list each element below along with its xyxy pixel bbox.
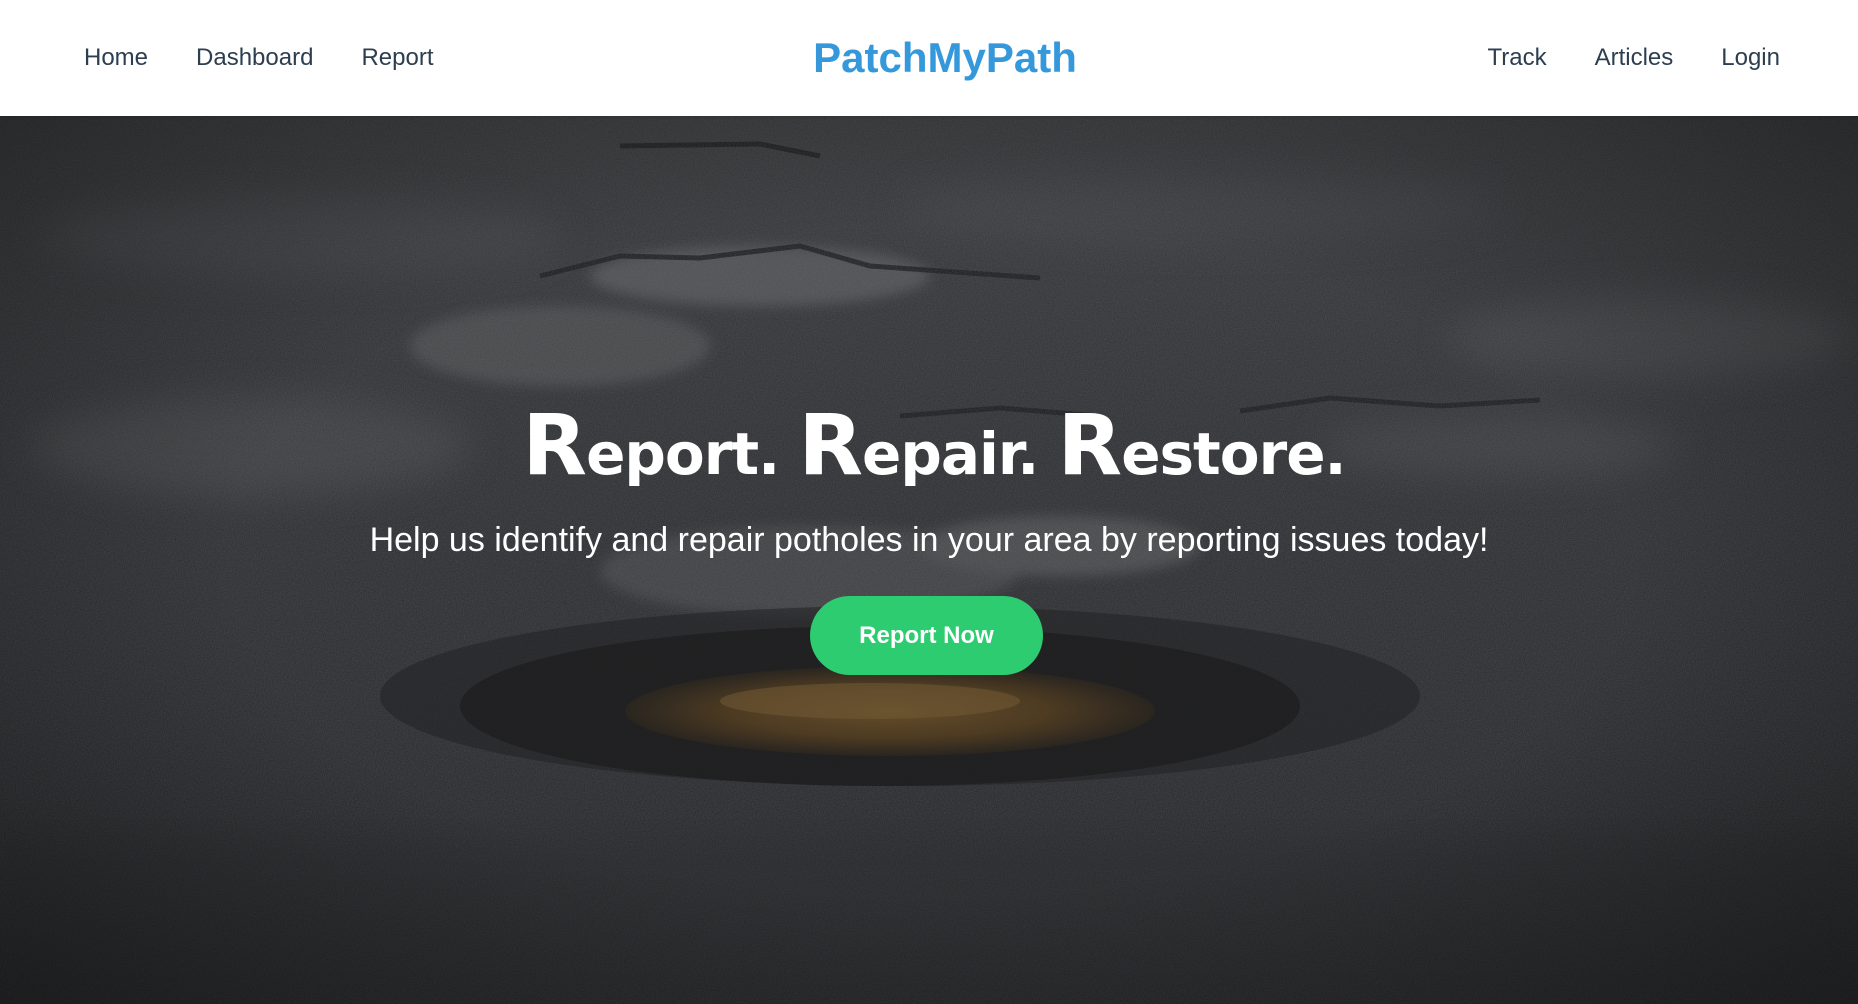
nav-link-articles[interactable]: Articles <box>1595 44 1674 72</box>
hero-title-word-repair: Repair. <box>798 396 1039 494</box>
nav-link-track[interactable]: Track <box>1487 44 1546 72</box>
hero-title: Report. Repair. Restore. <box>10 396 1858 494</box>
hero-title-word-report: Report. <box>522 396 780 494</box>
brand-logo-text[interactable]: PatchMyPath <box>813 34 1077 82</box>
hero-title-word-restore: Restore. <box>1057 396 1347 494</box>
nav-link-dashboard[interactable]: Dashboard <box>196 44 313 72</box>
hero-content: Report. Repair. Restore. Help us identif… <box>0 116 1858 1004</box>
nav-left-links: Home Dashboard Report <box>84 0 482 116</box>
nav-right-links: Track Articles Login <box>1439 0 1780 116</box>
hero-section: Report. Repair. Restore. Help us identif… <box>0 116 1858 1004</box>
report-now-button[interactable]: Report Now <box>810 596 1043 675</box>
nav-link-report[interactable]: Report <box>361 44 433 72</box>
top-navbar: Home Dashboard Report PatchMyPath Track … <box>0 0 1858 116</box>
nav-link-home[interactable]: Home <box>84 44 148 72</box>
nav-link-login[interactable]: Login <box>1721 44 1780 72</box>
hero-subtitle: Help us identify and repair potholes in … <box>369 521 1489 559</box>
